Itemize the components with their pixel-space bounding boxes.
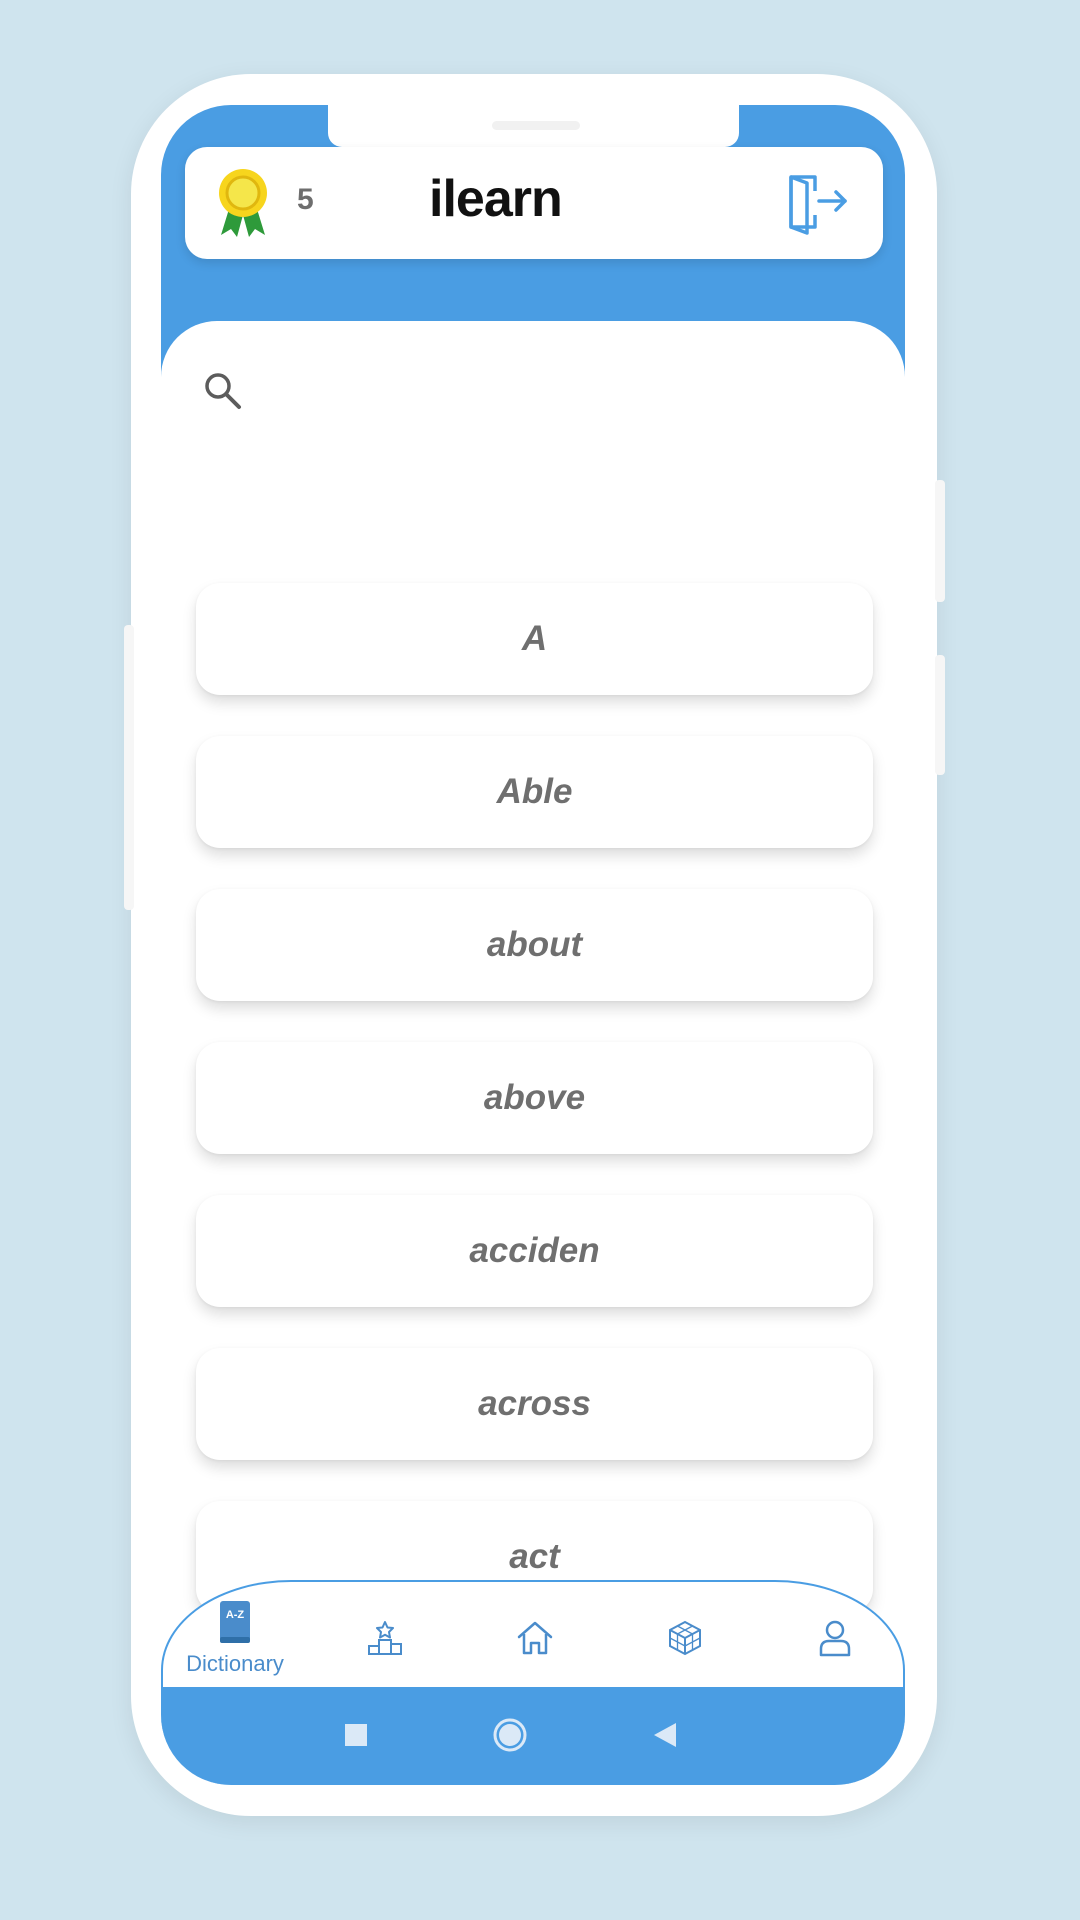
word-label: across bbox=[478, 1384, 591, 1423]
leaderboard-icon bbox=[368, 1621, 402, 1655]
dictionary-icon: A-Z bbox=[220, 1601, 250, 1643]
medal-icon bbox=[219, 169, 267, 237]
volume-down-button bbox=[935, 655, 945, 775]
system-home-button[interactable] bbox=[486, 1711, 534, 1759]
notch-speaker bbox=[492, 121, 580, 130]
nav-leaderboard[interactable] bbox=[325, 1582, 445, 1694]
word-card-acciden[interactable]: acciden bbox=[196, 1195, 873, 1307]
word-card-above[interactable]: above bbox=[196, 1042, 873, 1154]
back-icon bbox=[654, 1723, 676, 1747]
system-navigation-bar bbox=[161, 1687, 905, 1785]
recent-apps-icon bbox=[345, 1724, 367, 1746]
nav-profile[interactable] bbox=[775, 1582, 895, 1694]
word-label: Able bbox=[496, 772, 573, 811]
bottom-navigation: A-Z Dictionary bbox=[161, 1580, 905, 1692]
word-label: about bbox=[486, 925, 583, 964]
phone-screen: 5 ilearn A Able about above acciden acro… bbox=[161, 105, 905, 1785]
coin-count: 5 bbox=[297, 183, 314, 216]
back-button[interactable] bbox=[641, 1711, 689, 1759]
dictionary-panel: A Able about above acciden across act bbox=[161, 321, 905, 1785]
nav-dictionary[interactable]: A-Z Dictionary bbox=[175, 1582, 295, 1694]
svg-text:A-Z: A-Z bbox=[226, 1609, 245, 1621]
cube-icon bbox=[669, 1620, 701, 1656]
logout-icon[interactable] bbox=[785, 171, 851, 235]
volume-up-button bbox=[935, 480, 945, 602]
word-label: above bbox=[483, 1078, 586, 1117]
word-card-a[interactable]: A bbox=[196, 583, 873, 695]
power-button bbox=[124, 625, 134, 910]
app-title: ilearn bbox=[429, 170, 563, 228]
search-icon[interactable] bbox=[203, 371, 243, 411]
word-card-about[interactable]: about bbox=[196, 889, 873, 1001]
nav-dictionary-label: Dictionary bbox=[186, 1651, 284, 1676]
word-label: acciden bbox=[469, 1231, 600, 1270]
word-label: A bbox=[521, 619, 548, 658]
nav-cube[interactable] bbox=[625, 1582, 745, 1694]
nav-home[interactable] bbox=[475, 1582, 595, 1694]
profile-icon bbox=[819, 1620, 851, 1657]
home-circle-icon bbox=[493, 1718, 527, 1752]
word-card-able[interactable]: Able bbox=[196, 736, 873, 848]
word-label: act bbox=[509, 1537, 560, 1576]
app-header: 5 ilearn bbox=[185, 147, 883, 259]
word-card-across[interactable]: across bbox=[196, 1348, 873, 1460]
home-icon bbox=[517, 1621, 553, 1655]
recent-apps-button[interactable] bbox=[332, 1711, 380, 1759]
